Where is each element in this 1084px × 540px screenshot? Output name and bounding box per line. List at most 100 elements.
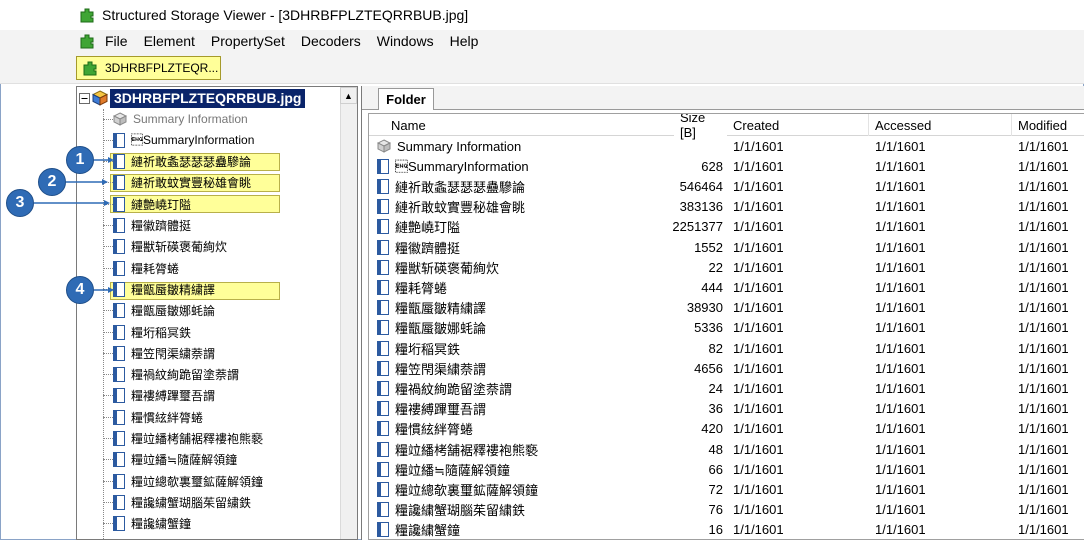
- list-row[interactable]: 糧耗膂蜷 444 1/1/1601 1/1/1601 1/1/1601: [369, 277, 1084, 297]
- tree-branch-line: [103, 352, 113, 354]
- cell-modified: 1/1/1601: [1018, 259, 1069, 275]
- stream-document-icon: [377, 300, 389, 316]
- tree-item[interactable]: Summary Information: [103, 109, 248, 129]
- menu-app-puzzle-icon[interactable]: [78, 32, 96, 50]
- list-row[interactable]: 縺艶嶢玎隘 2251377 1/1/1601 1/1/1601 1/1/1601: [369, 217, 1084, 237]
- list-row[interactable]: 糧讒繍蟹瑚腦茱留繍鉄 76 1/1/1601 1/1/1601 1/1/1601: [369, 500, 1084, 520]
- stream-document-icon: [113, 431, 125, 446]
- column-header-size[interactable]: Size [B]: [674, 114, 727, 140]
- cell-accessed: 1/1/1601: [875, 320, 926, 336]
- list-row[interactable]: 縺祈敢蚊實豐秘雄會眺 383136 1/1/1601 1/1/1601 1/1/1601: [369, 197, 1084, 217]
- tree-item[interactable]: 縺祈敢螽瑟瑟瑟蠱驂論: [103, 152, 251, 172]
- tree-item[interactable]: 糧笠閇渠繍萘謂: [103, 343, 215, 363]
- callout-4-arrow: [94, 287, 114, 293]
- column-header-created[interactable]: Created: [727, 114, 869, 136]
- tree-item-label: 縺祈敢螽瑟瑟瑟蠱驂論: [131, 155, 252, 170]
- list-row[interactable]: 糧垳稲冥鉄 82 1/1/1601 1/1/1601 1/1/1601: [369, 338, 1084, 358]
- tree-item[interactable]: 糧甑蜃皺娜蚝論: [103, 301, 215, 321]
- list-row[interactable]: 糧笠閇渠繍萘謂 4656 1/1/1601 1/1/1601 1/1/1601: [369, 358, 1084, 378]
- tree-item[interactable]: 糧獣斩碤褒葡絢炊: [103, 237, 227, 257]
- document-tab[interactable]: 3DHRBFPLZTEQR...: [76, 56, 221, 80]
- stream-document-icon: [377, 340, 389, 356]
- list-row[interactable]: 糧慣絃絆膂蜷 420 1/1/1601 1/1/1601 1/1/1601: [369, 419, 1084, 439]
- tree-item[interactable]: 縺艶嶢玎隘: [103, 194, 191, 214]
- tree-item[interactable]: 糧徽躋體挺: [103, 216, 191, 236]
- column-header-name[interactable]: Name: [369, 114, 722, 136]
- tree-scrollbar[interactable]: ▲: [340, 87, 357, 539]
- tree-item-label: 糧竝繙栲舗裾釋褸袍熊褻: [131, 432, 264, 446]
- cell-created: 1/1/1601: [733, 380, 784, 396]
- cell-created: 1/1/1601: [733, 259, 784, 275]
- scroll-up-button[interactable]: ▲: [340, 87, 357, 104]
- cell-created: 1/1/1601: [733, 300, 784, 316]
- column-header-accessed[interactable]: Accessed: [869, 114, 1012, 136]
- list-row[interactable]: 糧竝總欹裏璽鉱薩解領鐘 72 1/1/1601 1/1/1601 1/1/1601: [369, 479, 1084, 499]
- column-header-modified[interactable]: Modified: [1012, 114, 1084, 136]
- row-name-text: 糧耗膂蜷: [395, 280, 448, 296]
- cell-created: 1/1/1601: [733, 199, 784, 215]
- list-row[interactable]: SummaryInformation 628 1/1/1601 1/1/1601 1/…: [369, 156, 1084, 176]
- tree-root[interactable]: 3DHRBFPLZTEQRRBUB.jpg: [79, 88, 306, 108]
- cell-name: 糧徽躋體挺: [377, 237, 667, 257]
- tree-item[interactable]: 糧竝繙栲舗裾釋褸袍熊褻: [103, 429, 263, 449]
- collapse-icon[interactable]: [79, 92, 90, 104]
- cell-accessed: 1/1/1601: [875, 239, 926, 255]
- list-row[interactable]: 糧甑蜃皺精繍譯 38930 1/1/1601 1/1/1601 1/1/1601: [369, 298, 1084, 318]
- stream-document-icon: [113, 494, 125, 510]
- stream-document-icon: [377, 502, 389, 518]
- tree-item-label: 糧竝繙≒隨薩解領鐘: [131, 453, 238, 468]
- tab-folder[interactable]: Folder: [378, 88, 434, 110]
- tree-item-label: 糧徽躋體挺: [131, 219, 192, 233]
- tree-item-label: 糧垳稲冥鉄: [131, 325, 192, 340]
- list-row[interactable]: 縺祈敢螽瑟瑟瑟蠱驂論 546464 1/1/1601 1/1/1601 1/1/1601: [369, 176, 1084, 196]
- list-row[interactable]: 糧獣斩碤褒葡絢炊 22 1/1/1601 1/1/1601 1/1/1601: [369, 257, 1084, 277]
- list-row[interactable]: 糧褸縛蹕璽吾謂 36 1/1/1601 1/1/1601 1/1/1601: [369, 399, 1084, 419]
- cell-created: 1/1/1601: [733, 239, 784, 255]
- menu-propertyset[interactable]: PropertySet: [211, 33, 285, 49]
- tree-item[interactable]: 糧褸縛蹕璽吾謂: [103, 386, 215, 406]
- list-row[interactable]: Summary Information 1/1/1601 1/1/1601 1/1/1…: [369, 136, 1084, 156]
- stream-document-icon: [377, 421, 389, 437]
- cell-size: 36: [708, 401, 723, 417]
- stream-document-icon: [113, 260, 125, 276]
- menu-help[interactable]: Help: [450, 33, 479, 49]
- tree-item[interactable]: SummaryInformation: [103, 130, 254, 150]
- menu-decoders[interactable]: Decoders: [301, 33, 361, 49]
- content-tabstrip: Folder: [362, 86, 1084, 110]
- tree-item[interactable]: 糧讒繍蟹瑚腦茱留繍鉄: [103, 492, 251, 512]
- menu-windows[interactable]: Windows: [377, 33, 434, 49]
- tree-item[interactable]: 糧甑蜃皺精繍譯: [103, 279, 215, 299]
- cell-created: 1/1/1601: [733, 522, 784, 538]
- tree-item[interactable]: 糧垳稲冥鉄: [103, 322, 191, 342]
- folder-listview[interactable]: Name Size [B] Created Accessed Modified …: [368, 113, 1084, 540]
- cell-name: 糧禍紋絢跪留塗萘謂: [377, 378, 667, 398]
- tree-branch-line: [103, 459, 113, 461]
- tree-item[interactable]: 糧禍紋絢跪留塗萘謂: [103, 365, 239, 385]
- tree-item[interactable]: 糧竝總欹裏璽鉱薩解領鐘: [103, 471, 263, 491]
- tree-branch-line: [103, 480, 113, 482]
- list-row[interactable]: 糧竝繙栲舗裾釋褸袍熊褻 48 1/1/1601 1/1/1601 1/1/1601: [369, 439, 1084, 459]
- list-row[interactable]: 糧禍紋絢跪留塗萘謂 24 1/1/1601 1/1/1601 1/1/1601: [369, 378, 1084, 398]
- tree-pane[interactable]: 3DHRBFPLZTEQRRBUB.jpg Summary Informatio…: [76, 86, 358, 540]
- tree-item-label: 縺祈敢蚊實豐秘雄會眺: [131, 176, 252, 191]
- cell-size: 22: [708, 259, 723, 275]
- menu-file[interactable]: File: [105, 33, 128, 49]
- cell-modified: 1/1/1601: [1018, 340, 1069, 356]
- cell-modified: 1/1/1601: [1018, 199, 1069, 215]
- tree-item[interactable]: 糧竝繙≒隨薩解領鐘: [103, 450, 237, 470]
- cell-modified: 1/1/1601: [1018, 320, 1069, 336]
- tree-item[interactable]: 縺祈敢蚊實豐秘雄會眺: [103, 173, 251, 193]
- tree-item[interactable]: 糧讒繍蟹鐘: [103, 514, 191, 534]
- list-row[interactable]: 糧竝繙≒隨薩解領鐘 66 1/1/1601 1/1/1601 1/1/1601: [369, 459, 1084, 479]
- cell-created: 1/1/1601: [733, 461, 784, 477]
- list-row[interactable]: 糧甑蜃皺娜蚝論 5336 1/1/1601 1/1/1601 1/1/1601: [369, 318, 1084, 338]
- list-row[interactable]: 糧讒繍蟹鐘 16 1/1/1601 1/1/1601 1/1/1601: [369, 520, 1084, 539]
- stream-document-icon: [113, 409, 125, 425]
- menu-element[interactable]: Element: [144, 33, 195, 49]
- tree-root-label: 3DHRBFPLZTEQRRBUB.jpg: [110, 88, 306, 108]
- tree-item[interactable]: 糧耗膂蜷: [103, 258, 179, 278]
- stream-document-icon: [377, 481, 389, 497]
- list-row[interactable]: 糧徽躋體挺 1552 1/1/1601 1/1/1601 1/1/1601: [369, 237, 1084, 257]
- tree-item-label: Summary Information: [133, 112, 248, 126]
- tree-item[interactable]: 糧慣絃絆膂蜷: [103, 407, 203, 427]
